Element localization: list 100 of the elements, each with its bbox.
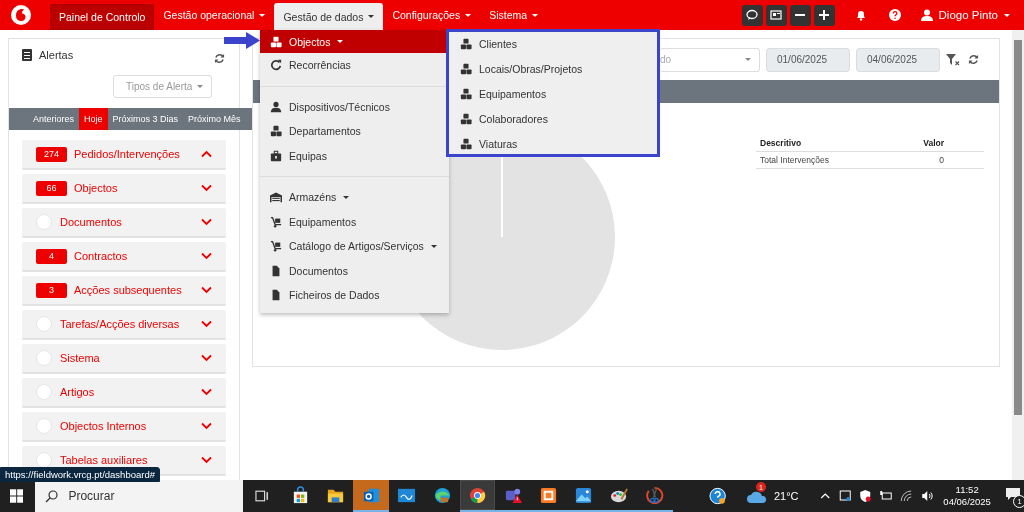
browser-wave-icon: [432, 485, 452, 505]
alert-group[interactable]: 3 Acções subsequentes: [22, 276, 226, 306]
file-icon: [270, 289, 282, 302]
dropdown-menu-item[interactable]: Armazéns: [260, 185, 449, 210]
submenu-item[interactable]: Viaturas: [449, 131, 657, 156]
logo[interactable]: [10, 4, 32, 26]
status-url-tooltip: https://fieldwork.vrcg.pt/dashboard#: [0, 467, 160, 482]
scrollbar-thumb[interactable]: [1014, 40, 1022, 415]
column-header: Valor: [879, 135, 984, 152]
battery-icon[interactable]: [879, 490, 893, 502]
submenu-item[interactable]: Locais/Obras/Projetos: [449, 56, 657, 82]
dolly-icon: [270, 215, 282, 228]
date-field[interactable]: 01/06/2025: [766, 47, 850, 72]
empty-badge: [36, 452, 52, 468]
count-badge: 66: [36, 180, 67, 196]
scrollbar[interactable]: [1012, 30, 1024, 480]
list-icon: [22, 49, 32, 61]
empty-badge: [36, 214, 52, 230]
cubes-icon: [460, 63, 472, 76]
nav-menu-item[interactable]: Gestão de dados: [274, 3, 384, 30]
panel-title: Alertas: [39, 49, 74, 61]
submenu-item[interactable]: Equipamentos: [449, 81, 657, 107]
zoom-out-button[interactable]: [789, 4, 811, 26]
submenu-item[interactable]: Colaboradores: [449, 106, 657, 132]
chrome-icon: [468, 485, 488, 505]
refresh-icon[interactable]: [214, 53, 225, 64]
empty-badge: [36, 316, 52, 332]
zoom-in-button[interactable]: [813, 4, 835, 26]
cubes-icon: [270, 35, 282, 48]
alert-group[interactable]: Objectos Internos: [22, 412, 226, 442]
id-card-button[interactable]: [765, 4, 787, 26]
dolly-icon: [270, 240, 282, 253]
bell-icon[interactable]: [854, 9, 867, 21]
dropdown-menu-item[interactable]: Objectos: [260, 30, 449, 53]
empty-badge: [36, 384, 52, 400]
file-icon: [270, 264, 282, 277]
user-icon: [270, 100, 282, 113]
shield-icon[interactable]: [859, 490, 872, 502]
toolbox-icon: [270, 149, 282, 162]
plus-icon: [818, 9, 831, 21]
clock-time[interactable]: 11:52: [955, 484, 979, 496]
app-frame-icon: [539, 485, 558, 505]
dropdown-menu-item[interactable]: Departamentos: [260, 119, 449, 144]
tab[interactable]: Próximos 3 Dias: [107, 108, 184, 130]
notification-icon[interactable]: [1004, 487, 1021, 501]
screen-icon[interactable]: [839, 490, 852, 502]
annotation-arrow: [224, 32, 260, 49]
dropdown-menu-item[interactable]: Equipamentos: [260, 209, 449, 234]
count-badge: 274: [36, 146, 67, 162]
cubes-icon: [460, 112, 472, 125]
empty-badge: [36, 418, 52, 434]
dropdown-menu-item[interactable]: Catálogo de Artigos/Serviços: [260, 234, 449, 259]
cubes-icon: [270, 125, 282, 138]
alert-group[interactable]: 66 Objectos: [22, 174, 226, 204]
date-field[interactable]: 04/06/2025: [856, 47, 940, 72]
clock-date[interactable]: 04/06/2025: [943, 496, 991, 508]
help-icon[interactable]: [708, 487, 726, 505]
alert-group[interactable]: Sistema: [22, 344, 226, 374]
photos-icon: [574, 485, 594, 505]
warehouse-icon: [270, 191, 282, 204]
dropdown-menu-item[interactable]: Dispositivos/Técnicos: [260, 94, 449, 119]
search-icon: [45, 489, 59, 503]
temperature: 21°C: [773, 490, 799, 502]
speaker-icon[interactable]: [920, 490, 934, 502]
alert-group[interactable]: 274 Pedidos/Intervenções: [22, 140, 226, 170]
refresh-icon: [270, 59, 282, 72]
windows-start-icon[interactable]: [10, 489, 24, 503]
count-badge: 4: [36, 248, 67, 264]
clear-filter-icon[interactable]: [946, 53, 960, 66]
tab[interactable]: Próximo Mês: [183, 108, 246, 130]
chat-button[interactable]: [741, 4, 763, 26]
cubes-icon: [460, 38, 472, 51]
tab[interactable]: Anteriores: [28, 108, 80, 130]
empty-badge: [36, 350, 52, 366]
cubes-icon: [460, 137, 472, 150]
alert-group[interactable]: Artigos: [22, 378, 226, 408]
id-card-icon: [770, 9, 783, 21]
search-field[interactable]: Procurar: [35, 480, 243, 512]
scissors-icon: [645, 485, 665, 505]
dropdown-menu-item[interactable]: Equipas: [260, 143, 449, 168]
user-icon: [920, 9, 933, 21]
tab[interactable]: Hoje: [79, 108, 108, 130]
alert-group[interactable]: Documentos: [22, 208, 226, 238]
dropdown-menu-item[interactable]: Recorrências: [260, 53, 449, 78]
wifi-icon[interactable]: [900, 490, 913, 502]
task-view-icon[interactable]: [254, 489, 269, 503]
submenu-item[interactable]: Clientes: [449, 32, 657, 57]
user-menu[interactable]: Diogo Pinto: [920, 9, 1010, 21]
count-badge: 3: [36, 282, 67, 298]
alert-group[interactable]: Tarefas/Acções diversas: [22, 310, 226, 340]
cubes-icon: [460, 88, 472, 100]
nav-menu-item[interactable]: Gestão operacional: [154, 0, 275, 30]
alert-group[interactable]: 4 Contractos: [22, 242, 226, 272]
dropdown-menu-item[interactable]: Documentos: [260, 258, 449, 283]
table-cell: Total Intervenções: [756, 151, 880, 169]
nav-menu-item[interactable]: Painel de Controlo: [50, 4, 155, 30]
dropdown-menu-item[interactable]: Ficheiros de Dados: [260, 283, 449, 308]
table-cell: 0: [879, 151, 984, 169]
taskbar-app[interactable]: [459, 480, 496, 512]
refresh-icon[interactable]: [968, 54, 979, 65]
